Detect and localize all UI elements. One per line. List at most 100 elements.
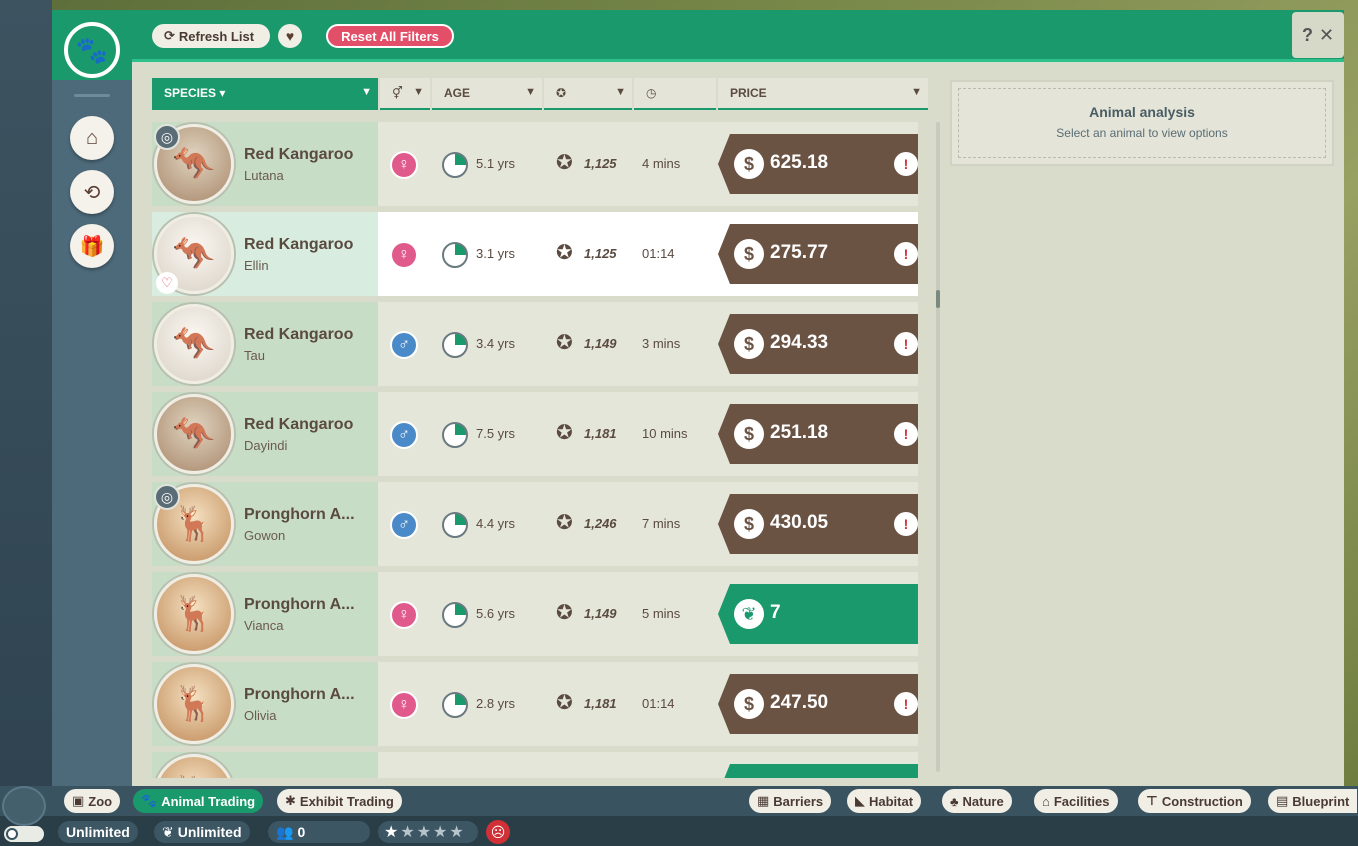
dollar-icon: $ — [734, 689, 764, 719]
table-row[interactable]: 🦌 — [152, 752, 918, 778]
animal-analysis-panel: Animal analysis Select an animal to view… — [950, 80, 1334, 166]
camera-compass-icon[interactable] — [2, 786, 46, 826]
species-cell: 🦌 — [152, 752, 378, 778]
sex-icon: ⚥ — [392, 86, 403, 100]
animal-house-icon[interactable]: ⌂ — [70, 116, 114, 160]
price-button[interactable]: $ 430.05 ! — [718, 494, 918, 554]
kangaroo-avatar: 🦘 — [154, 394, 234, 474]
zoo-icon: ▣ — [72, 793, 85, 808]
column-species[interactable]: SPECIES ▾ ▼ — [152, 78, 378, 110]
column-time[interactable]: ◷ — [634, 78, 716, 110]
tree-icon: ♣ — [950, 793, 959, 809]
tab-animal-trading[interactable]: 🐾 Animal Trading — [133, 789, 264, 813]
filter-icon[interactable]: ▼ — [911, 86, 922, 98]
reputation-icon: ✪ — [556, 602, 573, 624]
species-cell: 🦘 ◎ Red Kangaroo Lutana — [152, 122, 378, 206]
age-icon — [442, 152, 468, 178]
table-row[interactable]: 🦘 ♡ Red Kangaroo Ellin ♀ 3.1 yrs ✪ 1,125… — [152, 212, 918, 296]
filter-icon[interactable]: ▼ — [361, 86, 372, 98]
tab-barriers[interactable]: ▦ Barriers — [749, 789, 832, 813]
column-sex[interactable]: ⚥ ▼ — [380, 78, 430, 110]
favourite-heart-icon[interactable]: ♡ — [156, 272, 178, 294]
time-remaining: 01:14 — [642, 696, 675, 711]
filter-icon[interactable]: ▼ — [525, 86, 536, 98]
age-icon — [442, 332, 468, 358]
blueprint-icon: ▤ — [1276, 793, 1289, 808]
animal-name: Lutana — [244, 168, 284, 183]
gift-icon[interactable]: 🎁 — [70, 224, 114, 268]
price-button[interactable]: $ 247.50 ! — [718, 674, 918, 734]
reputation-value: 1,181 — [584, 426, 617, 441]
warning-icon: ! — [894, 422, 918, 446]
paw-icon[interactable]: 🐾 — [64, 22, 120, 78]
table-row[interactable]: 🦌 Pronghorn A... Olivia ♀ 2.8 yrs ✪ 1,18… — [152, 662, 918, 746]
price-button[interactable]: $ 275.77 ! — [718, 224, 918, 284]
species-name: Pronghorn A... — [244, 686, 355, 703]
species-column-label: SPECIES ▾ — [164, 86, 226, 100]
sad-face-icon[interactable]: ☹ — [486, 820, 510, 844]
tab-habitat[interactable]: ◣ Habitat — [847, 789, 922, 813]
fence-icon: ▦ — [757, 793, 770, 808]
warning-icon: ! — [894, 692, 918, 716]
star-icon: ★ — [384, 824, 399, 841]
sidebar-divider — [74, 94, 110, 97]
scroll-thumb[interactable] — [936, 290, 940, 308]
age-column-label: AGE — [444, 86, 471, 100]
tab-facilities[interactable]: ⌂ Facilities — [1034, 789, 1118, 813]
species-name: Pronghorn A... — [244, 596, 355, 613]
warning-icon: ! — [894, 152, 918, 176]
favourite-filter-heart-icon[interactable]: ♥ — [278, 24, 302, 48]
dollar-icon: $ — [734, 329, 764, 359]
animal-name: Dayindi — [244, 438, 288, 453]
reputation-value: 1,181 — [584, 696, 617, 711]
table-row[interactable]: 🦌 ◎ Pronghorn A... Gowon ♂ 4.4 yrs ✪ 1,2… — [152, 482, 918, 566]
table-row[interactable]: 🦘 ◎ Red Kangaroo Lutana ♀ 5.1 yrs ✪ 1,12… — [152, 122, 918, 206]
time-remaining: 10 mins — [642, 426, 688, 441]
analysis-subtitle: Select an animal to view options — [1056, 126, 1228, 140]
filter-icon[interactable]: ▼ — [615, 86, 626, 98]
column-reputation[interactable]: ✪ ▼ — [544, 78, 632, 110]
warning-icon: ! — [894, 242, 918, 266]
conservation-price-button[interactable]: ❦ 7 — [718, 584, 918, 644]
reputation-icon: ✪ — [556, 512, 573, 534]
male-icon: ♂ — [390, 331, 418, 359]
price-button[interactable]: $ 625.18 ! — [718, 134, 918, 194]
kangaroo-avatar: 🦘 — [154, 304, 234, 384]
list-scrollbar[interactable] — [936, 122, 940, 772]
reputation-value: 1,246 — [584, 516, 617, 531]
tab-exhibit-trading[interactable]: ✱ Exhibit Trading — [277, 789, 402, 813]
panel-header: ⟳ Refresh List ♥ Reset All Filters ? ✕ — [132, 10, 1344, 62]
species-cell: 🦘 Red Kangaroo Tau — [152, 302, 378, 386]
warning-icon: ! — [894, 512, 918, 536]
building-icon: ⌂ — [1042, 793, 1050, 809]
refresh-list-button[interactable]: ⟳ Refresh List — [152, 24, 270, 48]
history-icon[interactable]: ⟲ — [70, 170, 114, 214]
column-price[interactable]: PRICE ▼ — [718, 78, 928, 110]
animal-name: Ellin — [244, 258, 269, 273]
reputation-icon: ✪ — [556, 422, 573, 444]
table-row[interactable]: 🦘 Red Kangaroo Tau ♂ 3.4 yrs ✪ 1,149 3 m… — [152, 302, 918, 386]
tab-nature[interactable]: ♣ Nature — [942, 789, 1012, 813]
reset-all-filters-button[interactable]: Reset All Filters — [326, 24, 454, 48]
toggle-knob — [6, 828, 18, 840]
table-row[interactable]: 🦌 Pronghorn A... Vianca ♀ 5.6 yrs ✪ 1,14… — [152, 572, 918, 656]
tab-blueprints[interactable]: ▤ Blueprint — [1268, 789, 1358, 813]
leaf-icon: ❦ — [162, 823, 174, 840]
male-icon: ♂ — [390, 421, 418, 449]
warning-icon: ! — [894, 332, 918, 356]
help-icon[interactable]: ? — [1302, 25, 1313, 46]
close-icon[interactable]: ✕ — [1319, 25, 1334, 46]
table-row[interactable]: 🦘 Red Kangaroo Dayindi ♂ 7.5 yrs ✪ 1,181… — [152, 392, 918, 476]
tab-zoo[interactable]: ▣ Zoo — [64, 789, 121, 813]
time-remaining: 5 mins — [642, 606, 681, 621]
price-button[interactable]: $ 294.33 ! — [718, 314, 918, 374]
conservation-price-button[interactable] — [718, 764, 918, 778]
dollar-icon: $ — [734, 419, 764, 449]
analysis-title: Animal analysis — [1089, 104, 1195, 120]
column-age[interactable]: AGE ▼ — [432, 78, 542, 110]
price-button[interactable]: $ 251.18 ! — [718, 404, 918, 464]
filter-icon[interactable]: ▼ — [413, 86, 424, 98]
tab-construction[interactable]: ⊤ Construction — [1138, 789, 1251, 813]
species-cell: 🦌 ◎ Pronghorn A... Gowon — [152, 482, 378, 566]
animal-name: Tau — [244, 348, 265, 363]
